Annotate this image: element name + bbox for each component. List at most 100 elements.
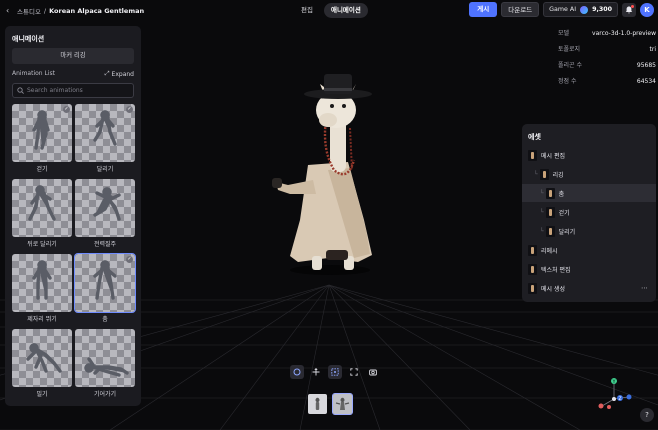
search-box — [12, 83, 134, 98]
expand-arrows-icon: ⤢ — [104, 70, 110, 77]
animation-label: 제자리 뛰기 — [27, 316, 57, 323]
search-input[interactable] — [27, 87, 127, 94]
marker-rigging-button[interactable]: 마커 리깅 — [12, 48, 134, 64]
asset-label: 리메시 — [541, 247, 558, 255]
asset-label: 메시 생성 — [541, 285, 565, 293]
back-chevron-icon[interactable]: ‹ — [6, 6, 14, 16]
tree-branch-icon: └ — [540, 227, 544, 235]
model-stats: 모델 varco-3d-1.0-preview 토폴로지 tri 폴리곤 수 95685 정… — [558, 26, 656, 90]
breadcrumb-separator: / — [43, 7, 47, 15]
keyframe-thumb-1[interactable] — [308, 394, 327, 414]
asset-item[interactable]: 메시 편집 — [522, 146, 656, 164]
character-pose-icon — [93, 260, 117, 300]
character-icon — [528, 263, 537, 275]
asset-item[interactable]: └ 춤 — [522, 184, 656, 202]
tab-edit[interactable]: 편집 — [294, 3, 320, 18]
focus-target-icon[interactable] — [328, 365, 342, 379]
gizmo-z-label: Z — [618, 396, 621, 402]
animation-label: 뒤로 달리기 — [27, 241, 57, 248]
breadcrumb-current: Korean Alpaca Gentleman — [49, 7, 145, 15]
move-tool-icon[interactable] — [309, 365, 323, 379]
animation-label: 전력질주 — [93, 241, 117, 248]
publish-button[interactable]: 게시 — [469, 2, 498, 17]
asset-label: 리깅 — [552, 171, 564, 179]
character-pose-icon — [32, 260, 52, 300]
animation-item[interactable]: 전력질주 — [75, 179, 135, 248]
credit-badge[interactable]: Game AI 9,300 — [543, 2, 618, 17]
animation-thumbnail[interactable] — [12, 329, 72, 387]
axis-gizmo[interactable]: Y Z — [594, 373, 634, 413]
character-pose-icon — [32, 110, 50, 150]
tab-animation[interactable]: 애니메이션 — [323, 3, 368, 18]
stat-key: 모델 — [558, 30, 570, 37]
user-avatar[interactable]: K — [640, 2, 654, 17]
keyframe-thumb-2[interactable] — [332, 393, 353, 415]
download-button[interactable]: 다운로드 — [501, 2, 540, 17]
asset-item[interactable]: └ 리깅 — [522, 165, 656, 183]
animation-label: 달리기 — [96, 166, 114, 173]
animation-label: 기어가기 — [93, 391, 117, 398]
asset-item[interactable]: └ 걷기 — [522, 203, 656, 221]
expand-button[interactable]: ⤢ Expand — [105, 70, 134, 78]
top-bar: ‹ 스튜디오 / Korean Alpaca Gentleman 편집 애니메이… — [0, 0, 658, 22]
character-icon — [528, 149, 537, 161]
character-icon — [539, 168, 549, 180]
animation-label: 춤 — [102, 316, 108, 323]
animation-thumbnail[interactable] — [75, 179, 135, 237]
asset-item[interactable]: 메시 생성 ⋯ — [522, 279, 656, 297]
mode-tabs: 편집 애니메이션 — [294, 3, 368, 18]
asset-item[interactable]: 텍스처 편집 — [522, 260, 656, 278]
fullscreen-icon[interactable] — [347, 365, 361, 379]
animation-item[interactable]: 기어가기 — [75, 329, 135, 398]
breadcrumb-parent[interactable]: 스튜디오 — [17, 6, 41, 16]
stat-row: 모델 varco-3d-1.0-preview — [558, 26, 656, 42]
assets-panel: 에셋 메시 편집 └ 리깅 └ 춤 └ 걷기 └ 달리기 리메시 텍스처 편집 메시 생성 ⋯ — [522, 124, 656, 302]
animation-item[interactable]: 밀기 — [12, 329, 72, 398]
animation-item[interactable]: ✓ 달리기 — [75, 104, 135, 173]
alpaca-character-model[interactable] — [268, 70, 388, 280]
breadcrumb: ‹ 스튜디오 / Korean Alpaca Gentleman — [6, 6, 144, 16]
animation-thumbnail[interactable] — [12, 179, 72, 237]
animation-thumbnail[interactable]: ✓ — [74, 253, 136, 313]
gizmo-y-label: Y — [612, 379, 616, 385]
tree-branch-icon: └ — [540, 189, 544, 197]
asset-label: 춤 — [558, 190, 565, 198]
stat-value: 95685 — [636, 62, 656, 69]
header-actions: 게시 다운로드 Game AI 9,300 K — [469, 2, 654, 17]
character-icon — [545, 225, 555, 237]
animation-item[interactable]: ✓ 걷기 — [12, 104, 72, 173]
more-options-icon[interactable]: ⋯ — [641, 284, 648, 292]
stat-value: 64534 — [636, 78, 656, 85]
asset-item[interactable]: 리메시 — [522, 241, 656, 259]
animation-thumbnail[interactable]: ✓ — [12, 104, 72, 162]
animation-item[interactable]: ✓ 춤 — [74, 253, 136, 323]
stat-key: 토폴로지 — [558, 46, 581, 53]
asset-item[interactable]: └ 달리기 — [522, 222, 656, 240]
check-icon: ✓ — [126, 106, 133, 113]
animation-item[interactable]: 뒤로 달리기 — [12, 179, 72, 248]
character-pose-icon — [93, 110, 117, 146]
viewport-toolbar — [290, 365, 380, 379]
asset-label: 메시 편집 — [541, 152, 565, 160]
character-icon — [528, 282, 537, 294]
rotate-tool-icon[interactable] — [290, 365, 304, 379]
asset-label: 걷기 — [558, 209, 570, 217]
character-icon — [528, 244, 537, 256]
camera-icon[interactable] — [366, 365, 380, 379]
animation-panel: 애니메이션 마커 리깅 Animation List ⤢ Expand ✓걷기✓… — [5, 26, 141, 406]
animation-list-title: Animation List — [12, 70, 55, 77]
assets-title: 에셋 — [528, 133, 541, 141]
notification-bell-icon[interactable] — [622, 2, 636, 17]
help-button[interactable]: ? — [640, 408, 654, 422]
asset-label: 달리기 — [558, 228, 576, 236]
animation-item[interactable]: 제자리 뛰기 — [12, 254, 72, 323]
animation-thumbnail[interactable]: ✓ — [75, 104, 135, 162]
credit-label: Game AI — [549, 6, 577, 13]
stat-value: varco-3d-1.0-preview — [592, 30, 656, 37]
animation-grid: ✓ 걷기 ✓ 달리기 뒤로 달리기 전력질주 제자리 뛰기 ✓ 춤 밀기 기어가기 — [12, 104, 138, 404]
stat-key: 정점 수 — [558, 78, 577, 85]
character-pose-icon — [84, 357, 129, 377]
animation-thumbnail[interactable] — [12, 254, 72, 312]
animation-thumbnail[interactable] — [75, 329, 135, 387]
check-icon: ✓ — [126, 256, 133, 263]
